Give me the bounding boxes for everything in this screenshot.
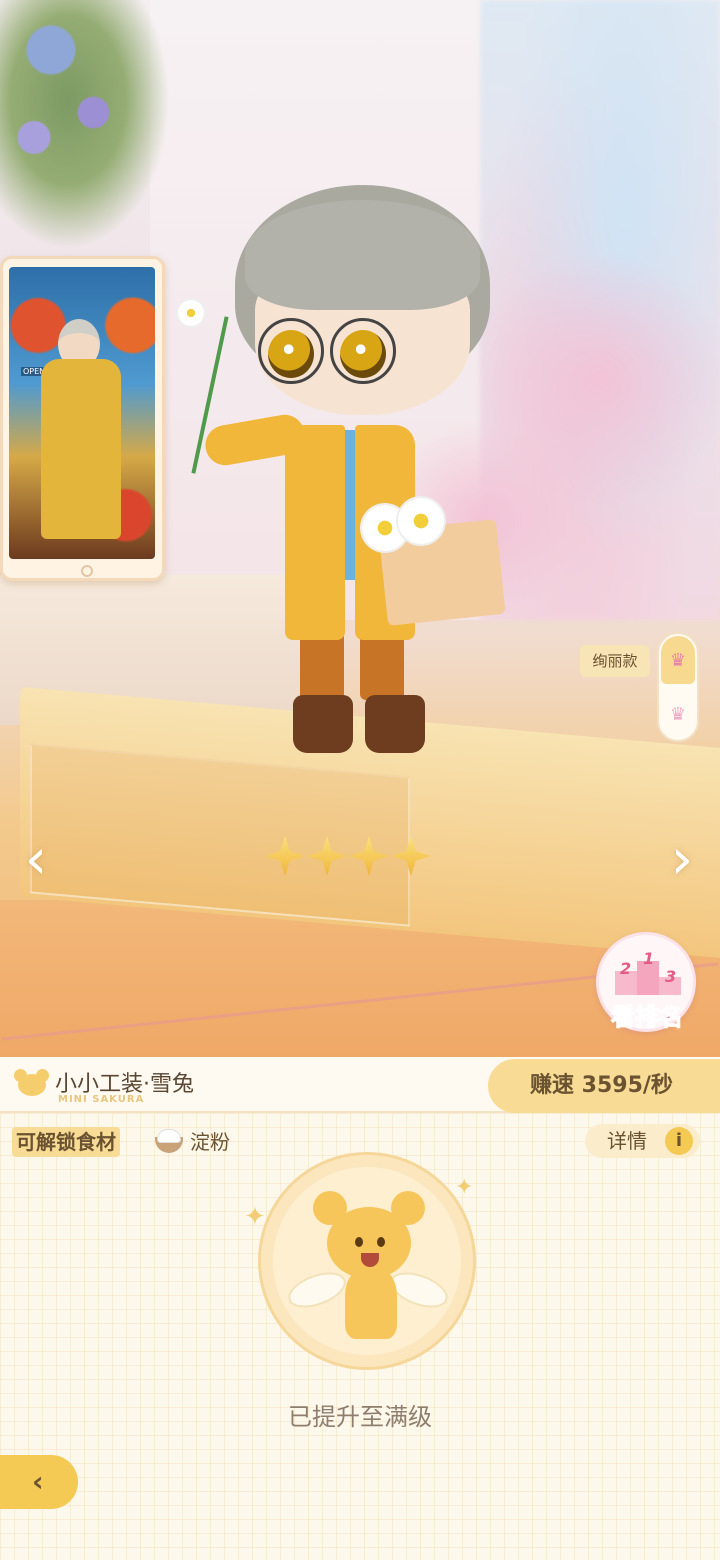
star-icon	[265, 836, 305, 876]
glasses-lens	[330, 318, 396, 384]
kero-head	[327, 1207, 411, 1279]
rice-bowl-icon	[155, 1127, 183, 1153]
tablet-home-button	[81, 565, 93, 577]
badge-inner	[273, 1167, 461, 1355]
bear-icon	[14, 1069, 50, 1097]
details-label: 详情	[607, 1129, 647, 1153]
info-icon: i	[665, 1127, 693, 1155]
podium-icon: 1 2 3	[615, 949, 681, 995]
tablet-photo-card[interactable]: OPEN	[0, 256, 165, 581]
back-button[interactable]: ‹	[0, 1455, 78, 1509]
crown-icon[interactable]: ♛	[667, 706, 689, 724]
kero-eye	[377, 1237, 385, 1247]
bear-head	[18, 1074, 46, 1096]
star-icon	[307, 836, 347, 876]
max-level-badge	[258, 1152, 476, 1370]
details-button[interactable]: 详情 i	[585, 1124, 700, 1158]
chibi-character[interactable]	[178, 180, 510, 760]
character-bangs	[245, 200, 480, 310]
podium-rank: 3	[665, 967, 677, 986]
rarity-stars	[265, 836, 435, 880]
variant-tabs: ♛ ♛	[657, 632, 699, 742]
photo-character-coat	[41, 359, 121, 539]
ranking-label: 看排名	[611, 1003, 684, 1032]
next-outfit-button[interactable]: ›	[662, 830, 702, 890]
podium-rank: 2	[620, 959, 632, 978]
character-coat	[285, 425, 345, 640]
character-boot	[365, 695, 425, 753]
ranking-button[interactable]: 1 2 3 看排名	[596, 932, 696, 1032]
star-icon	[391, 836, 431, 876]
rice-shape	[157, 1129, 181, 1143]
outfit-series: MINI SAKURA	[58, 1094, 145, 1105]
prev-outfit-button[interactable]: ‹	[16, 830, 56, 890]
unlock-ingredient-label: 可解锁食材	[12, 1127, 120, 1157]
outfit-scene: OPEN 绚丽款 ♛ ♛ ‹ › 1 2 3 看排名	[0, 0, 720, 1057]
kero-wing	[283, 1265, 351, 1315]
daisy-flower	[178, 300, 204, 326]
crown-icon[interactable]: ♛	[667, 652, 689, 670]
earn-speed: 赚速 3595/秒	[488, 1059, 720, 1113]
kero-eye	[355, 1237, 363, 1247]
character-boot	[293, 695, 353, 753]
daisy-flower	[398, 498, 444, 544]
variant-label: 绚丽款	[580, 645, 650, 677]
ingredient-name: 淀粉	[190, 1130, 230, 1154]
sparkle-icon: ✦	[455, 1175, 474, 1200]
glasses-lens	[258, 318, 324, 384]
panel-header: 小小工装·雪兔 MINI SAKURA 赚速 3595/秒	[0, 1057, 720, 1113]
max-level-status: 已提升至满级	[288, 1403, 432, 1431]
podium-rank: 1	[643, 949, 655, 968]
star-icon	[349, 836, 389, 876]
outfit-info-panel: 小小工装·雪兔 MINI SAKURA 赚速 3595/秒 可解锁食材 淀粉 详…	[0, 1057, 720, 1560]
flower-plant	[0, 0, 170, 250]
